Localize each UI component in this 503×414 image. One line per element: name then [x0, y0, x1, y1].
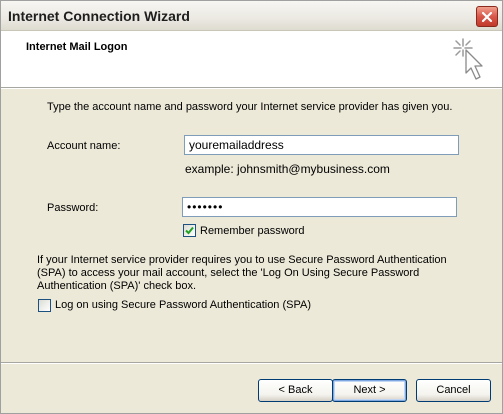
- wizard-window: Internet Connection Wizard Internet Mail…: [0, 0, 503, 414]
- wizard-star-cursor-icon: [453, 38, 483, 80]
- account-name-label: Account name:: [47, 140, 121, 152]
- intro-text: Type the account name and password your …: [47, 101, 453, 113]
- remember-password-label[interactable]: Remember password: [200, 225, 305, 237]
- password-input[interactable]: •••••••: [182, 197, 457, 217]
- wizard-header: Internet Mail Logon: [1, 31, 502, 89]
- close-button[interactable]: [476, 6, 498, 27]
- password-label: Password:: [47, 202, 99, 214]
- button-separator: [1, 362, 502, 364]
- page-title: Internet Mail Logon: [26, 41, 128, 53]
- spa-checkbox[interactable]: [38, 299, 51, 312]
- account-name-input[interactable]: youremailaddress: [184, 135, 459, 155]
- window-title: Internet Connection Wizard: [8, 8, 190, 24]
- remember-password-checkbox[interactable]: [183, 224, 196, 237]
- title-bar[interactable]: Internet Connection Wizard: [1, 1, 502, 31]
- spa-checkbox-label[interactable]: Log on using Secure Password Authenticat…: [55, 299, 311, 311]
- check-mark-icon: [185, 226, 194, 235]
- account-example-text: example: johnsmith@mybusiness.com: [185, 162, 390, 176]
- close-icon: [481, 11, 493, 22]
- spa-description: If your Internet service provider requir…: [37, 254, 447, 292]
- back-button[interactable]: < Back: [258, 379, 333, 402]
- cancel-button[interactable]: Cancel: [416, 379, 491, 402]
- next-button[interactable]: Next >: [332, 379, 407, 402]
